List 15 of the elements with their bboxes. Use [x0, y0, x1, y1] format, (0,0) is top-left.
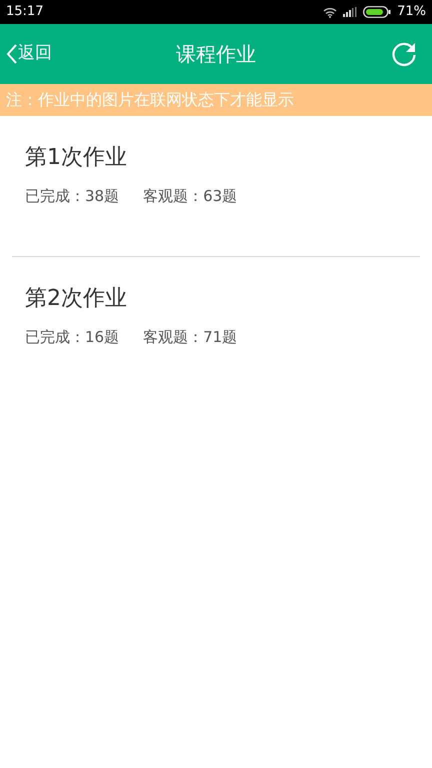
assignment-title[interactable]: 第2次作业 — [25, 284, 407, 314]
battery-icon — [363, 6, 392, 18]
completed-count: 已完成：16题 — [25, 327, 120, 348]
wifi-icon — [323, 6, 338, 18]
assignment-title[interactable]: 第1次作业 — [25, 143, 407, 173]
objective-count: 客观题：71题 — [143, 327, 238, 348]
battery-percent: 71% — [397, 3, 426, 22]
objective-count: 客观题：63题 — [143, 186, 238, 207]
notice-text: 注：作业中的图片在联网状态下才能显示 — [6, 89, 294, 111]
refresh-icon — [391, 41, 417, 67]
chevron-left-icon — [6, 44, 18, 64]
completed-count: 已完成：38题 — [25, 186, 120, 207]
signal-icon — [343, 7, 358, 17]
page-title: 课程作业 — [176, 41, 256, 68]
status-time: 15:17 — [6, 3, 44, 22]
